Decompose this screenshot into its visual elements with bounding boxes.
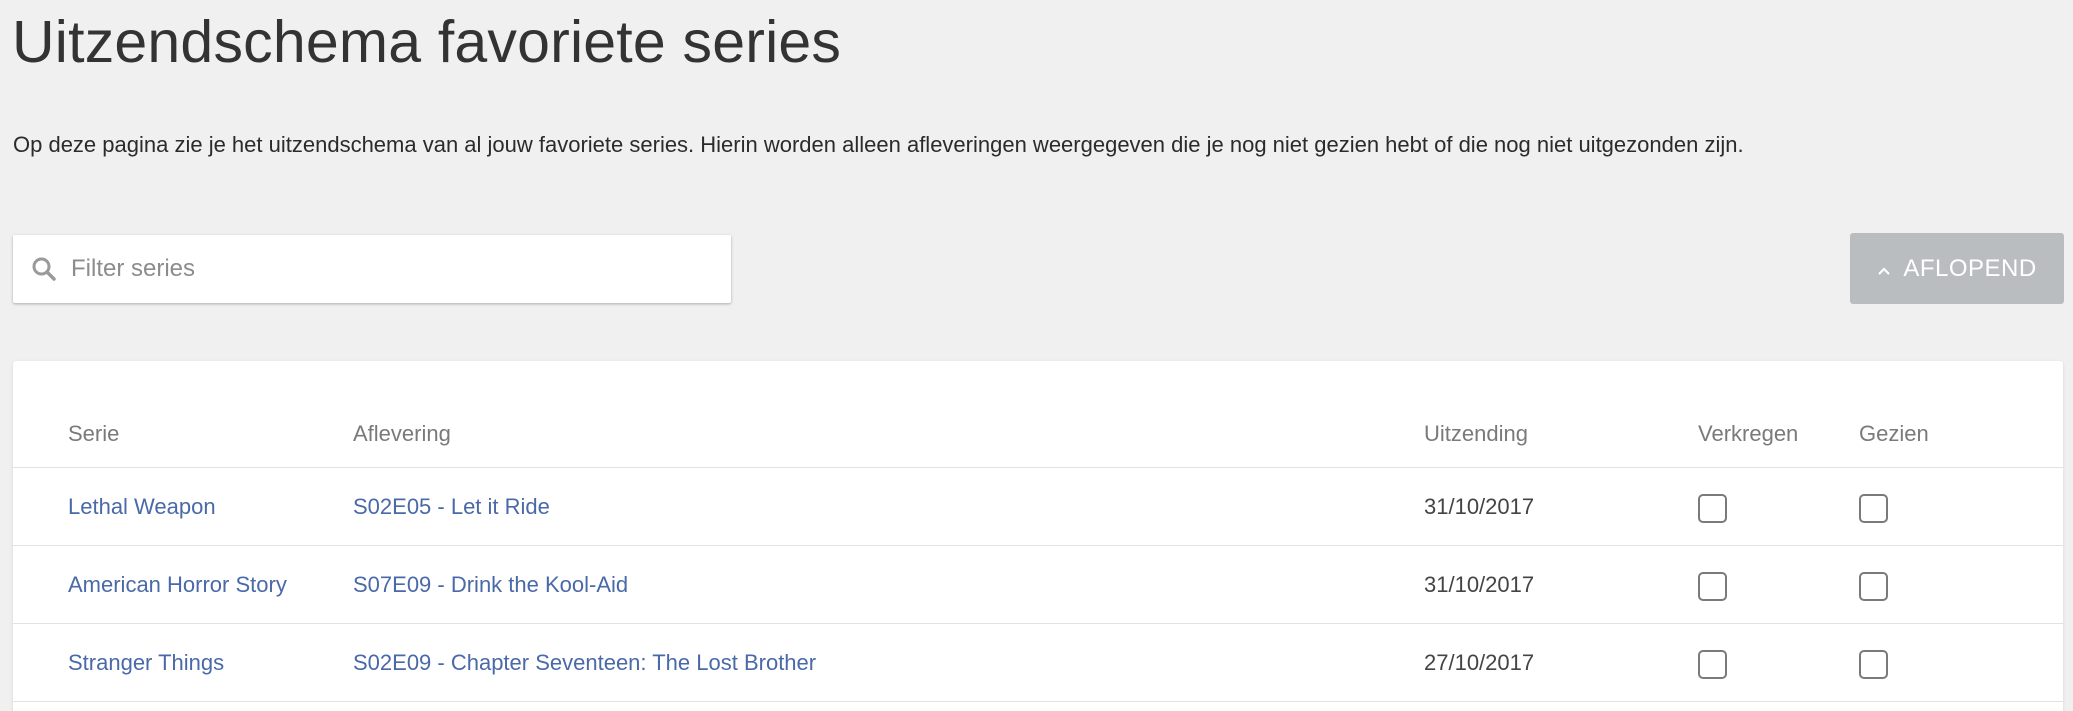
table-row: Lethal Weapon S02E05 - Let it Ride 31/10… (13, 467, 2063, 546)
serie-link[interactable]: Lethal Weapon (68, 494, 216, 519)
schedule-card: Serie Aflevering Uitzending Verkregen Ge… (13, 361, 2063, 711)
episode-link[interactable]: S02E05 - Let it Ride (353, 494, 550, 519)
chevron-up-icon (1877, 255, 1891, 283)
airdate: 31/10/2017 (1424, 545, 1698, 624)
schedule-table: Serie Aflevering Uitzending Verkregen Ge… (13, 361, 2063, 702)
column-header-serie: Serie (13, 361, 353, 468)
table-header-row: Serie Aflevering Uitzending Verkregen Ge… (13, 361, 2063, 468)
serie-link[interactable]: American Horror Story (68, 572, 287, 597)
search-icon (29, 254, 59, 284)
table-row: American Horror Story S07E09 - Drink the… (13, 545, 2063, 624)
search-box[interactable] (13, 235, 731, 303)
table-row: Stranger Things S02E09 - Chapter Sevente… (13, 623, 2063, 702)
column-header-airdate: Uitzending (1424, 361, 1698, 468)
obtained-checkbox[interactable] (1698, 572, 1727, 601)
serie-link[interactable]: Stranger Things (68, 650, 224, 675)
column-header-obtained: Verkregen (1698, 361, 1859, 468)
column-header-seen: Gezien (1859, 361, 2063, 468)
obtained-checkbox[interactable] (1698, 494, 1727, 523)
episode-link[interactable]: S02E09 - Chapter Seventeen: The Lost Bro… (353, 650, 816, 675)
sort-order-button[interactable]: AFLOPEND (1850, 233, 2064, 304)
seen-checkbox[interactable] (1859, 572, 1888, 601)
page-title: Uitzendschema favoriete series (12, 9, 842, 75)
obtained-checkbox[interactable] (1698, 650, 1727, 679)
seen-checkbox[interactable] (1859, 650, 1888, 679)
search-input[interactable] (69, 248, 693, 290)
page-intro: Op deze pagina zie je het uitzendschema … (13, 132, 1744, 157)
episode-link[interactable]: S07E09 - Drink the Kool-Aid (353, 572, 628, 597)
column-header-episode: Aflevering (353, 361, 1424, 468)
seen-checkbox[interactable] (1859, 494, 1888, 523)
page: Uitzendschema favoriete series Op deze p… (0, 0, 2073, 711)
airdate: 27/10/2017 (1424, 623, 1698, 702)
airdate: 31/10/2017 (1424, 467, 1698, 546)
sort-order-label: AFLOPEND (1903, 254, 2037, 282)
